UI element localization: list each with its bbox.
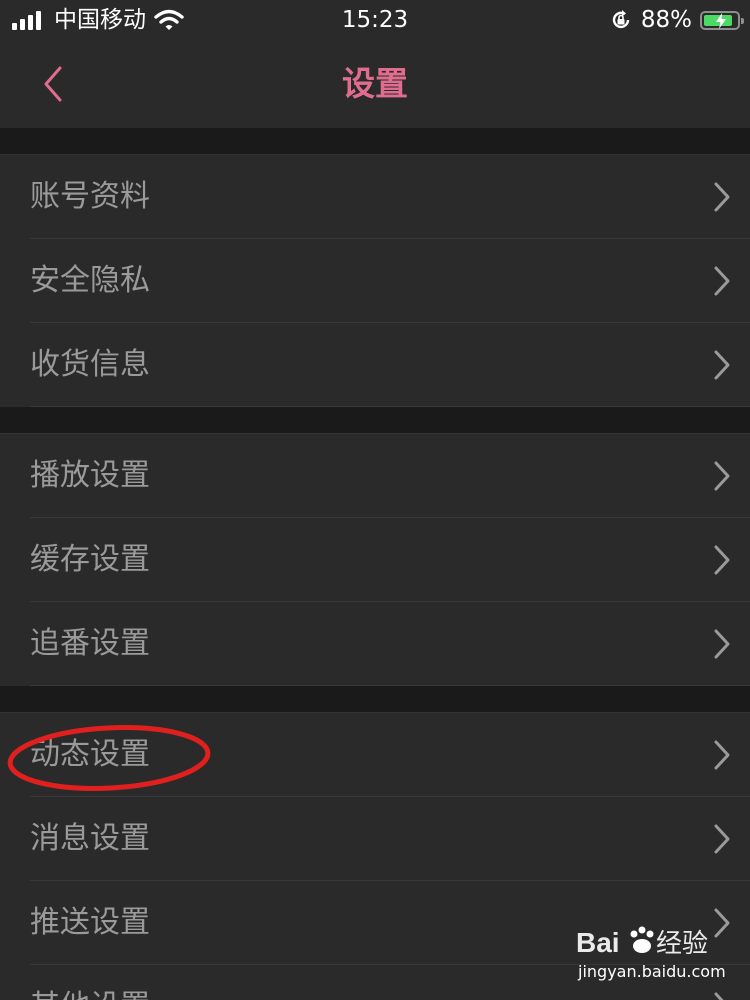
settings-row-label: 其他设置 bbox=[30, 965, 150, 1000]
orientation-lock-icon bbox=[612, 10, 630, 29]
settings-row[interactable]: 动态设置 bbox=[0, 713, 750, 797]
settings-row-label: 推送设置 bbox=[30, 905, 150, 940]
settings-row[interactable]: 缓存设置 bbox=[0, 518, 750, 602]
settings-list: 账号资料安全隐私收货信息播放设置缓存设置追番设置动态设置消息设置推送设置其他设置 bbox=[0, 128, 750, 1000]
settings-row-label: 追番设置 bbox=[30, 626, 150, 661]
chevron-right-icon bbox=[714, 992, 724, 1000]
settings-group: 动态设置消息设置推送设置其他设置 bbox=[0, 713, 750, 1000]
section-gap bbox=[0, 128, 750, 155]
settings-row[interactable]: 收货信息 bbox=[0, 323, 750, 407]
settings-row[interactable]: 播放设置 bbox=[0, 434, 750, 518]
chevron-right-icon bbox=[714, 824, 730, 854]
charging-bolt-icon bbox=[716, 12, 726, 29]
status-bar: 中国移动 15:23 88% bbox=[0, 0, 750, 40]
status-right: 88% bbox=[609, 6, 744, 34]
settings-row-label: 播放设置 bbox=[30, 458, 150, 493]
nav-bar: 设置 bbox=[0, 40, 750, 128]
back-button[interactable] bbox=[30, 54, 80, 114]
chevron-right-icon bbox=[714, 629, 730, 659]
section-gap bbox=[0, 407, 750, 434]
settings-row[interactable]: 推送设置 bbox=[0, 881, 750, 965]
settings-row-label: 安全隐私 bbox=[30, 263, 150, 298]
settings-row-label: 收货信息 bbox=[30, 347, 150, 382]
settings-group: 账号资料安全隐私收货信息 bbox=[0, 155, 750, 407]
settings-row[interactable]: 账号资料 bbox=[0, 155, 750, 239]
settings-row[interactable]: 其他设置 bbox=[0, 965, 750, 1000]
chevron-right-icon bbox=[714, 545, 730, 575]
settings-row-label: 缓存设置 bbox=[30, 542, 150, 577]
app-screen: 中国移动 15:23 88% 设置 账号资料 安全隐私 收货信息 播放设置 缓存… bbox=[0, 0, 750, 1000]
page-title: 设置 bbox=[342, 64, 408, 103]
row-divider bbox=[30, 406, 750, 407]
settings-group: 播放设置缓存设置追番设置 bbox=[0, 434, 750, 686]
chevron-right-icon bbox=[714, 908, 730, 938]
section-gap bbox=[0, 686, 750, 713]
settings-row[interactable]: 消息设置 bbox=[0, 797, 750, 881]
settings-row-label: 消息设置 bbox=[30, 821, 150, 856]
chevron-right-icon bbox=[714, 350, 730, 380]
settings-row[interactable]: 追番设置 bbox=[0, 602, 750, 686]
battery-percent: 88% bbox=[640, 7, 692, 33]
battery-icon bbox=[700, 10, 744, 30]
chevron-right-icon bbox=[714, 740, 730, 770]
chevron-left-icon bbox=[44, 66, 62, 102]
chevron-right-icon bbox=[714, 461, 730, 491]
settings-row[interactable]: 安全隐私 bbox=[0, 239, 750, 323]
settings-row-label: 账号资料 bbox=[30, 179, 150, 214]
chevron-right-icon bbox=[714, 182, 730, 212]
row-divider bbox=[30, 685, 750, 686]
chevron-right-icon bbox=[714, 266, 730, 296]
settings-row-label: 动态设置 bbox=[30, 737, 150, 772]
